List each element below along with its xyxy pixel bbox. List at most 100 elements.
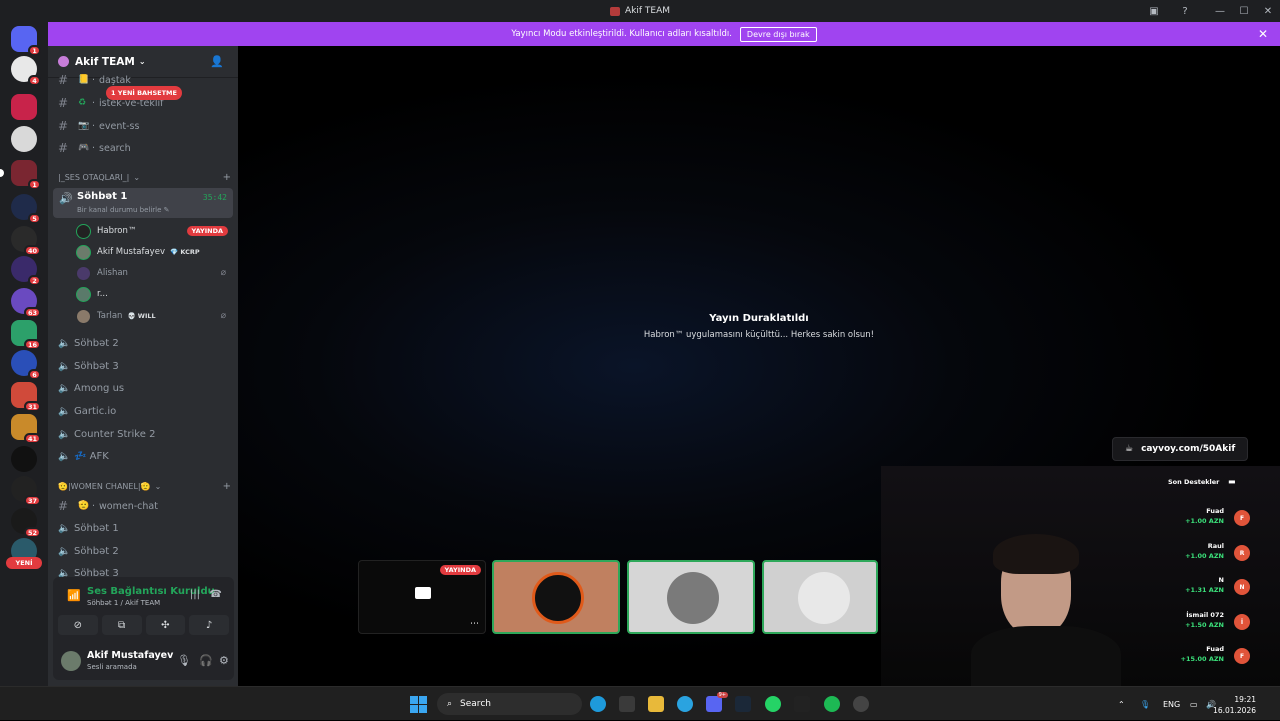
steam-icon[interactable]	[735, 696, 751, 712]
women-category[interactable]: 🫡|WOMEN CHANEL|🫡 ⌄ +	[58, 481, 233, 492]
start-windows-icon[interactable]	[410, 696, 427, 713]
voice-channel[interactable]: 🔈 Söhbət 2	[54, 333, 232, 353]
help-icon[interactable]: ?	[1177, 3, 1193, 19]
donation-amount: +15.00 AZN	[1180, 655, 1224, 663]
share-screen-button[interactable]: ⧉	[101, 615, 142, 635]
guild-badge: 52	[23, 527, 41, 538]
channel-name: search	[99, 142, 131, 154]
headphones-icon[interactable]: 🎧	[199, 654, 213, 667]
disable-streamer-mode-button[interactable]: Devre dışı bırak	[739, 26, 817, 42]
text-channel[interactable]: # 📷 · event-ss	[58, 116, 233, 136]
tray-overflow-icon[interactable]: ⌃	[1118, 687, 1125, 721]
language-indicator[interactable]: ENG	[1163, 687, 1180, 721]
voice-channel[interactable]: 🔈 Söhbət 2	[54, 541, 232, 561]
home-discord-icon[interactable]: 1	[11, 26, 41, 56]
discord-icon[interactable]: 9+	[706, 692, 728, 712]
clock[interactable]: 19:21 16.01.2026	[1213, 694, 1256, 716]
soundboard-button[interactable]: ♪	[189, 615, 229, 635]
search-icon: ⌕	[447, 699, 453, 709]
spotify-icon[interactable]	[824, 696, 840, 712]
add-channel-icon[interactable]: +	[223, 481, 231, 492]
network-icon[interactable]: ▭	[1190, 687, 1198, 721]
new-mention-pill[interactable]: 1 YENİ BAHSETME	[106, 86, 182, 100]
noise-suppression-icon[interactable]: |||	[190, 589, 200, 600]
stream-tile[interactable]: YAYINDA ⋯	[358, 560, 486, 634]
guild-icon[interactable]	[11, 446, 37, 472]
voice-channel[interactable]: 🔈 Gartic.io	[54, 401, 232, 421]
microphone-tray-icon[interactable]: 🎙	[1140, 687, 1150, 721]
voice-location[interactable]: Söhbət 1 / Akif TEAM	[87, 599, 160, 607]
text-channel[interactable]: # 🎮 · search	[58, 138, 233, 158]
minimize-button[interactable]: —	[1208, 0, 1232, 22]
donation-item: Fuad +15.00 AZN F	[1148, 644, 1258, 670]
active-guild-icon[interactable]: 1	[0, 160, 41, 190]
guild-icon[interactable]: 2	[11, 256, 41, 286]
edge-icon[interactable]	[590, 696, 606, 712]
close-window-button[interactable]: ✕	[1256, 0, 1280, 22]
voice-user[interactable]: Alishan ⌀	[76, 263, 232, 283]
stream-paused-title: Yayın Duraklatıldı	[709, 313, 809, 324]
guild-icon[interactable]: 6	[11, 350, 41, 380]
settings-gear-icon[interactable]: ⚙	[219, 654, 229, 667]
guild-icon[interactable]: 37	[11, 476, 41, 506]
guild-icon[interactable]: 16	[11, 320, 41, 350]
voice-user[interactable]: r...	[76, 284, 232, 304]
voice-user[interactable]: Tarlan 💀 WILL ⌀	[76, 306, 232, 326]
guild-icon[interactable]: 40	[11, 226, 41, 256]
voice-category[interactable]: |_SES OTAQLARI_| ⌄ +	[58, 172, 233, 183]
guild-icon[interactable]: 52	[11, 508, 41, 538]
obs-icon[interactable]	[853, 696, 869, 712]
close-icon[interactable]: ✕	[1258, 27, 1268, 41]
channel-status[interactable]: Bir kanal durumu belirle ✎	[77, 206, 170, 214]
avatar[interactable]	[61, 651, 81, 671]
guild-icon[interactable]: 63	[11, 288, 41, 318]
active-voice-channel[interactable]: 🔊 Söhbət 1 Bir kanal durumu belirle ✎ 35…	[53, 188, 233, 218]
screen-share-icon	[415, 587, 431, 599]
donor-avatar: F	[1234, 648, 1250, 664]
voice-channel[interactable]: 🔈 Söhbət 3	[54, 356, 232, 376]
telegram-icon[interactable]	[677, 696, 693, 712]
user-tag: 💎 KCRP	[169, 248, 200, 256]
voice-channel[interactable]: 🔈 Counter Strike 2	[54, 424, 232, 444]
participant-tile[interactable]	[762, 560, 878, 634]
taskbar-search[interactable]: ⌕ Search	[437, 693, 582, 715]
voice-channel[interactable]: 🔈 Among us	[54, 378, 232, 398]
speaker-icon: 🔈	[58, 337, 71, 349]
donation-link: cayvoy.com/50Akif	[1141, 444, 1236, 454]
window-title: Akif TEAM	[609, 6, 670, 16]
file-explorer-icon[interactable]	[648, 696, 664, 712]
participant-tile[interactable]	[627, 560, 755, 634]
store-icon[interactable]	[619, 696, 635, 712]
voice-channel[interactable]: 🔈 💤 AFK	[54, 446, 232, 466]
guild-icon[interactable]: 41	[11, 414, 41, 444]
guild-icon[interactable]: 5	[11, 194, 41, 224]
guild-icon[interactable]: 31	[11, 382, 41, 412]
invite-people-icon[interactable]: 👤	[210, 55, 224, 68]
epic-games-icon[interactable]	[794, 696, 810, 712]
guild-icon[interactable]	[11, 126, 37, 152]
voice-user[interactable]: Akif Mustafayev 💎 KCRP	[76, 242, 232, 262]
whatsapp-icon[interactable]	[765, 696, 781, 712]
inbox-icon[interactable]: ▣	[1146, 3, 1162, 19]
voice-user[interactable]: Habron™ YAYINDA	[76, 221, 232, 241]
disconnect-icon[interactable]: ☎	[210, 589, 222, 600]
activities-button[interactable]: ✣	[145, 615, 186, 635]
guild-icon[interactable]	[11, 94, 37, 120]
guild-icon[interactable]: 4	[11, 56, 41, 86]
donation-link-overlay: ☕ cayvoy.com/50Akif	[1112, 437, 1248, 461]
microphone-icon[interactable]: 🎙	[177, 654, 191, 667]
new-guilds-pill[interactable]: YENİ	[6, 557, 42, 569]
text-channel[interactable]: # 🫡 · women-chat	[58, 496, 233, 516]
discord-badge: 9+	[716, 692, 728, 698]
participant-tile[interactable]	[492, 560, 620, 634]
camera-off-button[interactable]: ⊘	[58, 615, 98, 635]
more-options-icon[interactable]: ⋯	[470, 619, 479, 629]
user-name[interactable]: Akif Mustafayev	[87, 650, 173, 661]
maximize-button[interactable]: ☐	[1232, 0, 1256, 22]
voice-channel[interactable]: 🔈 Söhbət 1	[54, 518, 232, 538]
user-status: Sesli aramada	[87, 663, 137, 671]
add-channel-icon[interactable]: +	[223, 172, 231, 183]
signal-icon[interactable]: 📶	[67, 589, 81, 602]
stream-stage[interactable]: Yayın Duraklatıldı Habron™ uygulamasını …	[238, 46, 1280, 696]
channel-name: event-ss	[99, 120, 140, 132]
